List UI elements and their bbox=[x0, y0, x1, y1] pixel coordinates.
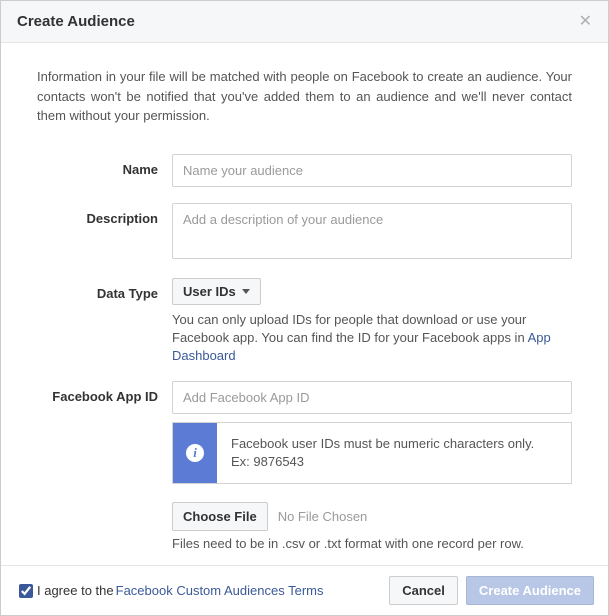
agree-terms-wrap[interactable]: I agree to the Facebook Custom Audiences… bbox=[15, 581, 324, 601]
modal-title: Create Audience bbox=[17, 13, 135, 30]
choose-file-button[interactable]: Choose File bbox=[172, 502, 268, 531]
intro-text: Information in your file will be matched… bbox=[37, 67, 572, 126]
create-audience-button[interactable]: Create Audience bbox=[466, 576, 594, 605]
app-id-info-box: i Facebook user IDs must be numeric char… bbox=[172, 422, 572, 484]
agree-checkbox[interactable] bbox=[19, 584, 33, 598]
data-type-label: Data Type bbox=[37, 278, 172, 366]
close-icon[interactable]: ✕ bbox=[579, 14, 592, 30]
description-input[interactable] bbox=[172, 203, 572, 259]
name-row: Name bbox=[37, 154, 572, 187]
create-audience-modal: Create Audience ✕ Information in your fi… bbox=[0, 0, 609, 616]
modal-header: Create Audience ✕ bbox=[1, 1, 608, 43]
footer-buttons: Cancel Create Audience bbox=[389, 576, 594, 605]
name-input[interactable] bbox=[172, 154, 572, 187]
description-row: Description bbox=[37, 203, 572, 262]
caret-down-icon bbox=[242, 289, 250, 294]
modal-body: Information in your file will be matched… bbox=[1, 43, 608, 565]
info-icon: i bbox=[186, 444, 204, 462]
info-text: Facebook user IDs must be numeric charac… bbox=[217, 423, 548, 483]
file-status: No File Chosen bbox=[268, 509, 368, 524]
modal-footer: I agree to the Facebook Custom Audiences… bbox=[1, 565, 608, 615]
app-id-row: Facebook App ID i Facebook user IDs must… bbox=[37, 381, 572, 554]
info-icon-wrap: i bbox=[173, 423, 217, 483]
file-help: Files need to be in .csv or .txt format … bbox=[172, 535, 572, 553]
terms-link[interactable]: Facebook Custom Audiences Terms bbox=[116, 583, 324, 598]
description-label: Description bbox=[37, 203, 172, 262]
cancel-button[interactable]: Cancel bbox=[389, 576, 458, 605]
agree-prefix: I agree to the bbox=[37, 583, 114, 598]
data-type-select[interactable]: User IDs bbox=[172, 278, 261, 305]
data-type-row: Data Type User IDs You can only upload I… bbox=[37, 278, 572, 366]
data-type-help: You can only upload IDs for people that … bbox=[172, 311, 572, 366]
name-label: Name bbox=[37, 154, 172, 187]
app-id-label: Facebook App ID bbox=[37, 381, 172, 554]
data-type-value: User IDs bbox=[183, 284, 236, 299]
file-row: Choose File No File Chosen bbox=[172, 502, 572, 531]
app-id-input[interactable] bbox=[172, 381, 572, 414]
